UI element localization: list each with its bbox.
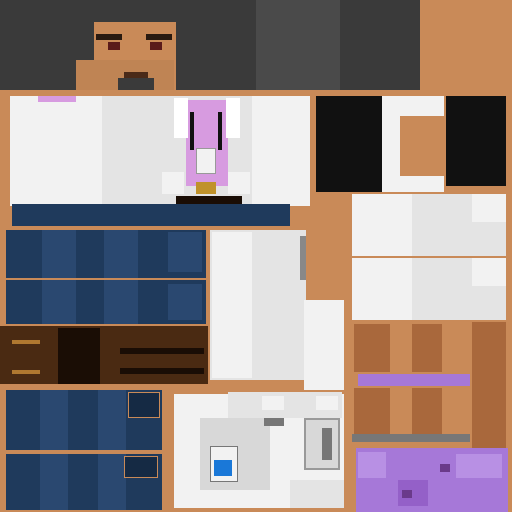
dark-jacket-block-a [316,96,382,192]
coat-pocket-inner [322,428,332,460]
shoe-lace-a [12,340,40,344]
lanyard-left [190,112,194,150]
arm-skin-a-shade-2 [412,324,442,372]
sleeve-top-a-light [352,194,412,256]
purple-patch-c [456,454,502,478]
shoe-strip [0,326,208,384]
sleeve-cuff-a [472,194,506,222]
lower-leg-b-box [124,456,158,478]
left-eye [108,42,120,50]
coat-bottom-bar [264,418,284,426]
lower-leg-a-strip-2 [98,390,126,450]
purple-patch-d [440,464,450,472]
arm-side-dark [472,322,506,448]
shoe-dark-a [58,328,100,384]
arm-skin-a-shade [354,324,390,372]
torso-pants-strip [12,204,290,226]
belt [196,182,216,194]
shoe-stripe-a [120,348,204,354]
badge-photo [214,460,232,476]
lab-coat-pocket-left [162,172,184,194]
purple-patch-a [358,452,386,478]
shoe-stripe-b [120,368,204,374]
lab-coat-pocket-right [228,172,250,194]
hair-top [0,0,420,90]
left-eyebrow [96,34,122,40]
dark-jacket-block-b [446,96,506,186]
skin-head-side [420,0,512,90]
id-badge [196,148,216,174]
lower-leg-a-strip-1 [40,390,68,450]
lanyard-right [218,112,222,150]
lab-coat-lapel-left [174,98,188,138]
leg-panel-b-strip-3 [168,284,202,320]
white-jacket-inner [400,116,444,176]
lab-coat-right-panel [252,96,310,206]
sleeve-cuff-b [472,258,506,286]
lower-leg-b-strip-2 [98,454,126,510]
skin-texture-atlas [0,0,512,512]
coat-bottom-patch-b [316,396,338,410]
hair-back-panel [256,0,340,92]
coat-bottom-patch-a [262,396,284,410]
coat-flap [304,300,344,390]
lab-coat-left-panel [10,96,102,206]
leg-panel-b-strip-2 [104,280,138,324]
purple-patch-e [402,490,412,498]
arm-wrist-a [358,374,470,386]
leg-panel-a-strip-3 [168,232,202,272]
shoe-dark-band [176,196,242,204]
coat-middle-seam [300,236,306,280]
sleeve-top-b-light [352,258,412,320]
arm-wrist-b [352,434,470,442]
coat-bottom-edge [290,480,344,508]
arm-skin-b-shade [354,388,390,436]
leg-panel-b-strip-1 [42,280,76,324]
coat-middle-light [212,232,252,378]
lower-leg-b-strip-1 [40,454,68,510]
lab-coat-collar-stripe [38,96,76,102]
leg-panel-a-strip-2 [104,230,138,278]
shoe-lace-b [12,370,40,374]
leg-panel-a-strip-1 [42,230,76,278]
arm-skin-b-shade-2 [412,388,442,436]
right-eye [150,42,162,50]
lab-coat-lapel-right [226,98,240,138]
lower-leg-a-box [128,392,160,418]
right-eyebrow [146,34,172,40]
